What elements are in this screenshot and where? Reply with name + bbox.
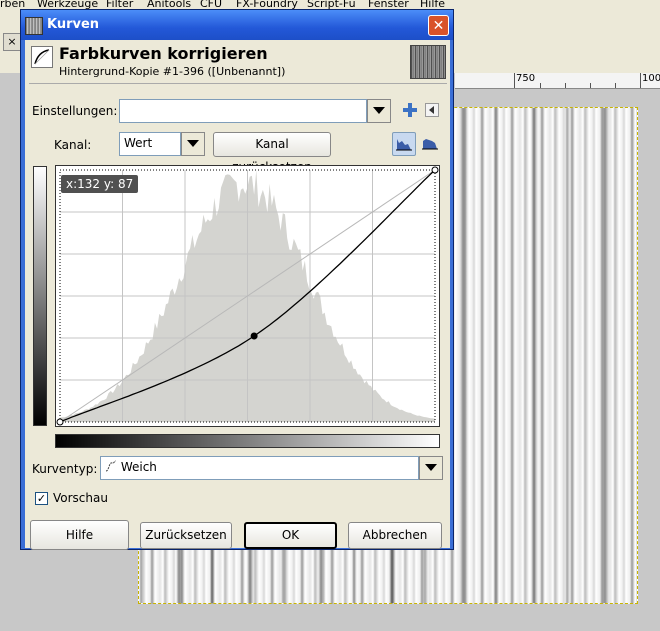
linear-histogram-icon[interactable] — [392, 132, 416, 156]
cancel-button[interactable]: Abbrechen — [348, 522, 442, 549]
ruler-label: 750 — [516, 73, 536, 84]
gimp-window-icon — [25, 17, 43, 35]
dialog-header-subtitle: Hintergrund-Kopie #1-396 ([Unbenannt]) — [59, 65, 286, 78]
cursor-coordinates: x:132 y: 87 — [61, 175, 139, 193]
title-bar[interactable]: Kurven ✕ — [21, 10, 453, 40]
chevron-down-icon — [373, 107, 385, 114]
ok-button[interactable]: OK — [244, 522, 337, 549]
header-separator — [29, 83, 447, 84]
vertical-gradient-bar — [33, 166, 47, 426]
triangle-left-icon[interactable] — [425, 103, 439, 117]
log-histogram-icon[interactable] — [419, 132, 443, 156]
close-icon: ✕ — [432, 18, 445, 34]
chevron-down-icon — [425, 464, 437, 471]
channel-value: Wert — [124, 136, 153, 150]
curve-control-point[interactable] — [250, 332, 258, 340]
channel-combo[interactable]: Wert — [119, 132, 181, 156]
preview-label: Vorschau — [53, 491, 108, 505]
checkmark-icon: ✓ — [36, 492, 47, 505]
curves-dialog: Kurven ✕ Farbkurven korrigieren Hintergr… — [20, 9, 454, 550]
window-title: Kurven — [47, 17, 100, 32]
curve-type-label: Kurventyp: — [32, 462, 98, 476]
curve-type-dropdown-button[interactable] — [419, 456, 443, 480]
smooth-curve-icon — [105, 460, 117, 472]
curve-type-combo[interactable]: Weich — [100, 456, 419, 480]
horizontal-gradient-bar — [55, 434, 440, 448]
reset-button[interactable]: Zurücksetzen — [140, 522, 232, 549]
settings-combo[interactable] — [119, 99, 367, 123]
ruler-label: 1000 — [642, 73, 660, 84]
curve-graph[interactable] — [55, 165, 440, 427]
horizontal-ruler: 750 1000 — [455, 73, 660, 89]
curve-type-value: Weich — [120, 460, 157, 474]
settings-dropdown-button[interactable] — [367, 99, 391, 123]
layer-thumbnail — [410, 45, 446, 79]
help-button[interactable]: Hilfe — [30, 520, 129, 550]
curve-svg[interactable] — [56, 166, 439, 426]
dialog-header-title: Farbkurven korrigieren — [59, 44, 268, 63]
channel-dropdown-button[interactable] — [181, 132, 205, 156]
plus-icon[interactable] — [402, 102, 418, 118]
curves-tool-icon — [31, 46, 53, 68]
reset-channel-button[interactable]: Kanal zurücksetzen — [213, 132, 331, 174]
curve-control-point[interactable] — [56, 418, 64, 426]
close-icon[interactable]: × — [3, 33, 21, 51]
curve-control-point[interactable] — [431, 166, 439, 174]
close-button[interactable]: ✕ — [428, 15, 449, 36]
chevron-down-icon — [187, 140, 199, 147]
settings-label: Einstellungen: — [32, 104, 118, 118]
preview-checkbox[interactable]: ✓ — [35, 492, 48, 505]
dialog-body: Farbkurven korrigieren Hintergrund-Kopie… — [25, 40, 450, 550]
channel-label: Kanal: — [54, 138, 92, 152]
